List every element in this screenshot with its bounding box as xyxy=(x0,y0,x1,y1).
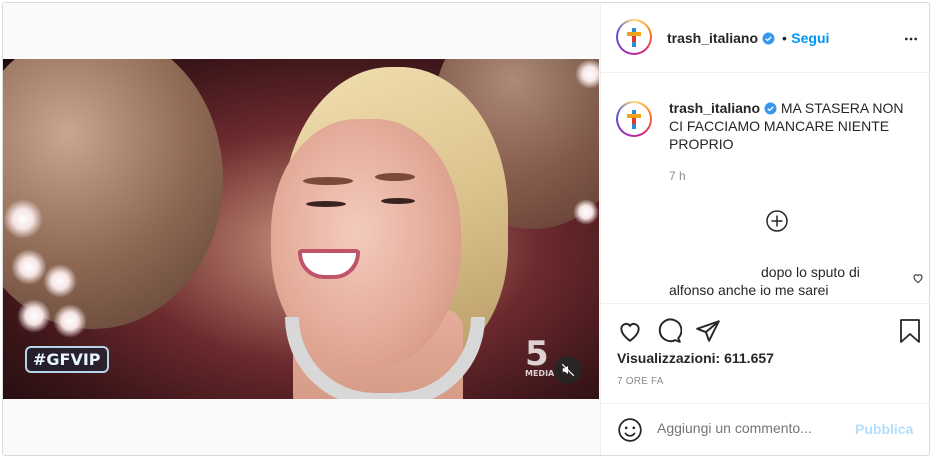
stage-light xyxy=(11,249,47,285)
load-more-comments-button[interactable] xyxy=(765,209,789,233)
avatar-inner xyxy=(618,21,650,53)
comment-like-button[interactable] xyxy=(912,271,924,289)
eye xyxy=(306,201,346,207)
header-username[interactable]: trash_italiano xyxy=(667,30,758,46)
channel-number: 5 xyxy=(525,334,549,374)
header-separator: • xyxy=(781,30,787,46)
media-area: #GFVIP 5 MEDIA xyxy=(3,3,600,455)
follow-button[interactable]: Segui xyxy=(791,30,829,46)
emoji-icon xyxy=(618,418,642,442)
verified-badge-icon xyxy=(763,32,775,45)
stage-light xyxy=(575,59,599,89)
eyebrow xyxy=(375,173,415,181)
stage-light xyxy=(43,264,77,298)
save-button[interactable] xyxy=(898,318,922,349)
heart-icon xyxy=(620,323,640,342)
more-icon xyxy=(905,37,917,41)
actions-section: Visualizzazioni: 611.657 7 ORE FA xyxy=(601,303,929,403)
avatar-logo-icon xyxy=(627,110,641,129)
comment-input[interactable] xyxy=(657,420,847,436)
caption-username[interactable]: trash_italiano xyxy=(669,100,760,116)
channel-sub: MEDIA xyxy=(525,369,555,378)
posted-time[interactable]: 7 ORE FA xyxy=(617,376,664,387)
eyebrow xyxy=(303,177,353,185)
share-button[interactable] xyxy=(695,318,721,349)
eye xyxy=(381,198,415,204)
comment-icon xyxy=(658,318,683,343)
publish-button[interactable]: Pubblica xyxy=(855,421,913,437)
add-comment-bar: Pubblica xyxy=(601,403,929,455)
avatar-inner xyxy=(618,103,650,135)
caption-time: 7 h xyxy=(669,169,686,183)
video-player[interactable]: #GFVIP 5 MEDIA xyxy=(3,59,599,399)
channel-logo: 5 MEDIA xyxy=(525,337,554,378)
caption-avatar[interactable] xyxy=(616,101,652,137)
heart-icon xyxy=(913,274,923,284)
avatar[interactable] xyxy=(616,19,652,55)
header-text: trash_italiano • Segui xyxy=(667,30,829,48)
stage-light xyxy=(17,299,51,333)
emoji-button[interactable] xyxy=(617,417,643,448)
comment-item: dopo lo sputo di alfonso anche io me sar… xyxy=(669,263,899,299)
stage-light xyxy=(53,304,87,338)
gfvip-tag: #GFVIP xyxy=(25,346,109,373)
like-button[interactable] xyxy=(617,318,643,349)
load-more-icon xyxy=(766,210,788,232)
comment-text: dopo lo sputo di alfonso anche io me sar… xyxy=(669,264,860,298)
mute-button[interactable] xyxy=(554,356,582,384)
comments-section: trash_italiano MA STASERA NON CI FACCIAM… xyxy=(601,73,929,303)
views-count[interactable]: Visualizzazioni: 611.657 xyxy=(617,350,774,366)
details-panel: trash_italiano • Segui trash_italiano MA… xyxy=(600,3,929,455)
stage-light xyxy=(3,199,43,239)
share-icon xyxy=(696,320,720,342)
bookmark-icon xyxy=(900,319,920,343)
mute-icon xyxy=(561,363,575,377)
post-header: trash_italiano • Segui xyxy=(601,3,929,73)
balloon-decoration xyxy=(3,59,223,329)
instagram-post: #GFVIP 5 MEDIA trash_italiano • Segui tr… xyxy=(2,2,930,456)
stage-light xyxy=(573,199,599,225)
more-button[interactable] xyxy=(903,31,919,52)
comment-button[interactable] xyxy=(656,318,683,349)
verified-badge-icon xyxy=(764,102,777,115)
caption: trash_italiano MA STASERA NON CI FACCIAM… xyxy=(669,99,919,153)
avatar-logo-icon xyxy=(627,28,641,47)
